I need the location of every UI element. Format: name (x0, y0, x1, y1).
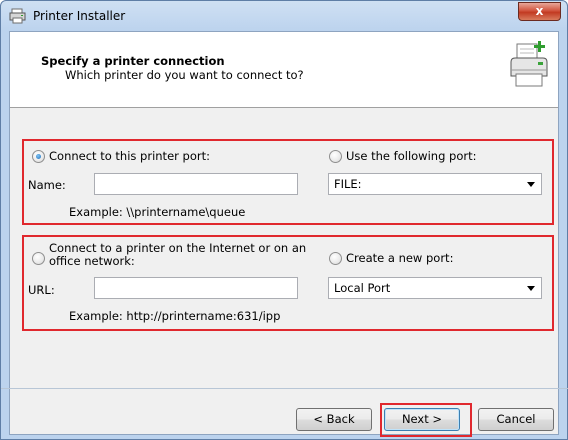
port-select[interactable]: FILE: (328, 173, 542, 195)
title-bar: Printer Installer x (1, 1, 567, 31)
create-new-port-radio[interactable] (329, 252, 342, 265)
new-port-select[interactable]: Local Port (328, 277, 542, 299)
next-button-highlight (380, 403, 472, 437)
connect-port-label: Connect to this printer port: (49, 149, 210, 163)
url-input[interactable] (94, 277, 298, 299)
close-icon: x (535, 4, 544, 18)
connect-port-radio[interactable] (32, 150, 45, 163)
internet-printer-label-line2: office network: (49, 254, 135, 268)
page-subtitle: Which printer do you want to connect to? (65, 68, 304, 82)
add-printer-icon (508, 40, 550, 92)
new-port-select-value: Local Port (334, 281, 391, 295)
page-title: Specify a printer connection (41, 54, 225, 68)
footer-divider (1, 388, 568, 389)
local-port-group: Connect to this printer port: Use the fo… (22, 139, 554, 225)
network-group: Connect to a printer on the Internet or … (22, 235, 554, 331)
printer-installer-window: Printer Installer x Specify a printer co… (0, 0, 568, 440)
name-label: Name: (28, 178, 66, 192)
wizard-header: Specify a printer connection Which print… (10, 32, 558, 108)
cancel-button[interactable]: Cancel (478, 408, 554, 431)
use-following-port-label: Use the following port: (346, 149, 477, 163)
back-button[interactable]: < Back (296, 408, 372, 431)
url-label: URL: (28, 283, 55, 297)
internet-printer-label-line1: Connect to a printer on the Internet or … (49, 241, 307, 255)
name-example: Example: \\printername\queue (69, 205, 246, 219)
chevron-down-icon (527, 182, 535, 187)
url-example: Example: http://printername:631/ipp (69, 309, 281, 323)
chevron-down-icon (527, 286, 535, 291)
create-new-port-label: Create a new port: (346, 251, 454, 265)
internet-printer-radio[interactable] (32, 252, 45, 265)
port-select-value: FILE: (334, 177, 362, 191)
dialog-client-area: Specify a printer connection Which print… (9, 31, 559, 435)
use-following-port-radio[interactable] (329, 150, 342, 163)
name-input[interactable] (94, 173, 298, 195)
window-title: Printer Installer (33, 9, 126, 23)
printer-app-icon (9, 8, 27, 24)
close-button[interactable]: x (518, 2, 561, 21)
